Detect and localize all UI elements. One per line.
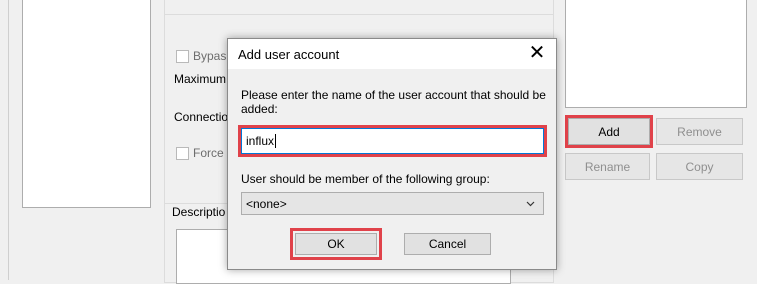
ok-button-highlight — [290, 228, 382, 260]
force-checkbox[interactable] — [176, 147, 189, 160]
users-list[interactable] — [22, 0, 151, 208]
settings-divider — [164, 14, 554, 15]
rename-button[interactable]: Rename — [565, 153, 650, 180]
close-icon[interactable]: ✕ — [524, 43, 550, 65]
group-select-value: <none> — [246, 196, 287, 211]
maximum-label: Maximum — [174, 72, 227, 86]
connection-label: Connectio — [174, 110, 229, 124]
force-label: Force — [193, 146, 224, 160]
group-select[interactable]: <none> — [241, 192, 544, 215]
copy-button[interactable]: Copy — [656, 153, 743, 180]
chevron-down-icon — [526, 201, 535, 207]
cancel-button[interactable]: Cancel — [404, 233, 491, 255]
dialog-titlebar: Add user account ✕ — [228, 39, 556, 69]
username-prompt: Please enter the name of the user accoun… — [241, 88, 546, 116]
username-input-highlight — [238, 125, 547, 157]
add-button-highlight — [565, 115, 653, 148]
bypass-label: Bypas — [193, 49, 227, 63]
description-label: Descriptio — [172, 205, 228, 219]
remove-button[interactable]: Remove — [656, 118, 743, 145]
dialog-title: Add user account — [238, 47, 340, 62]
remove-button-label: Remove — [677, 124, 722, 139]
bypass-checkbox[interactable] — [176, 50, 189, 63]
groups-list[interactable] — [565, 0, 747, 108]
rename-button-label: Rename — [584, 159, 631, 174]
copy-button-label: Copy — [685, 159, 714, 174]
group-label: User should be member of the following g… — [241, 172, 490, 186]
left-pane-border — [8, 0, 9, 280]
add-user-dialog: Add user account ✕ Please enter the name… — [227, 38, 557, 270]
cancel-button-label: Cancel — [428, 237, 467, 251]
